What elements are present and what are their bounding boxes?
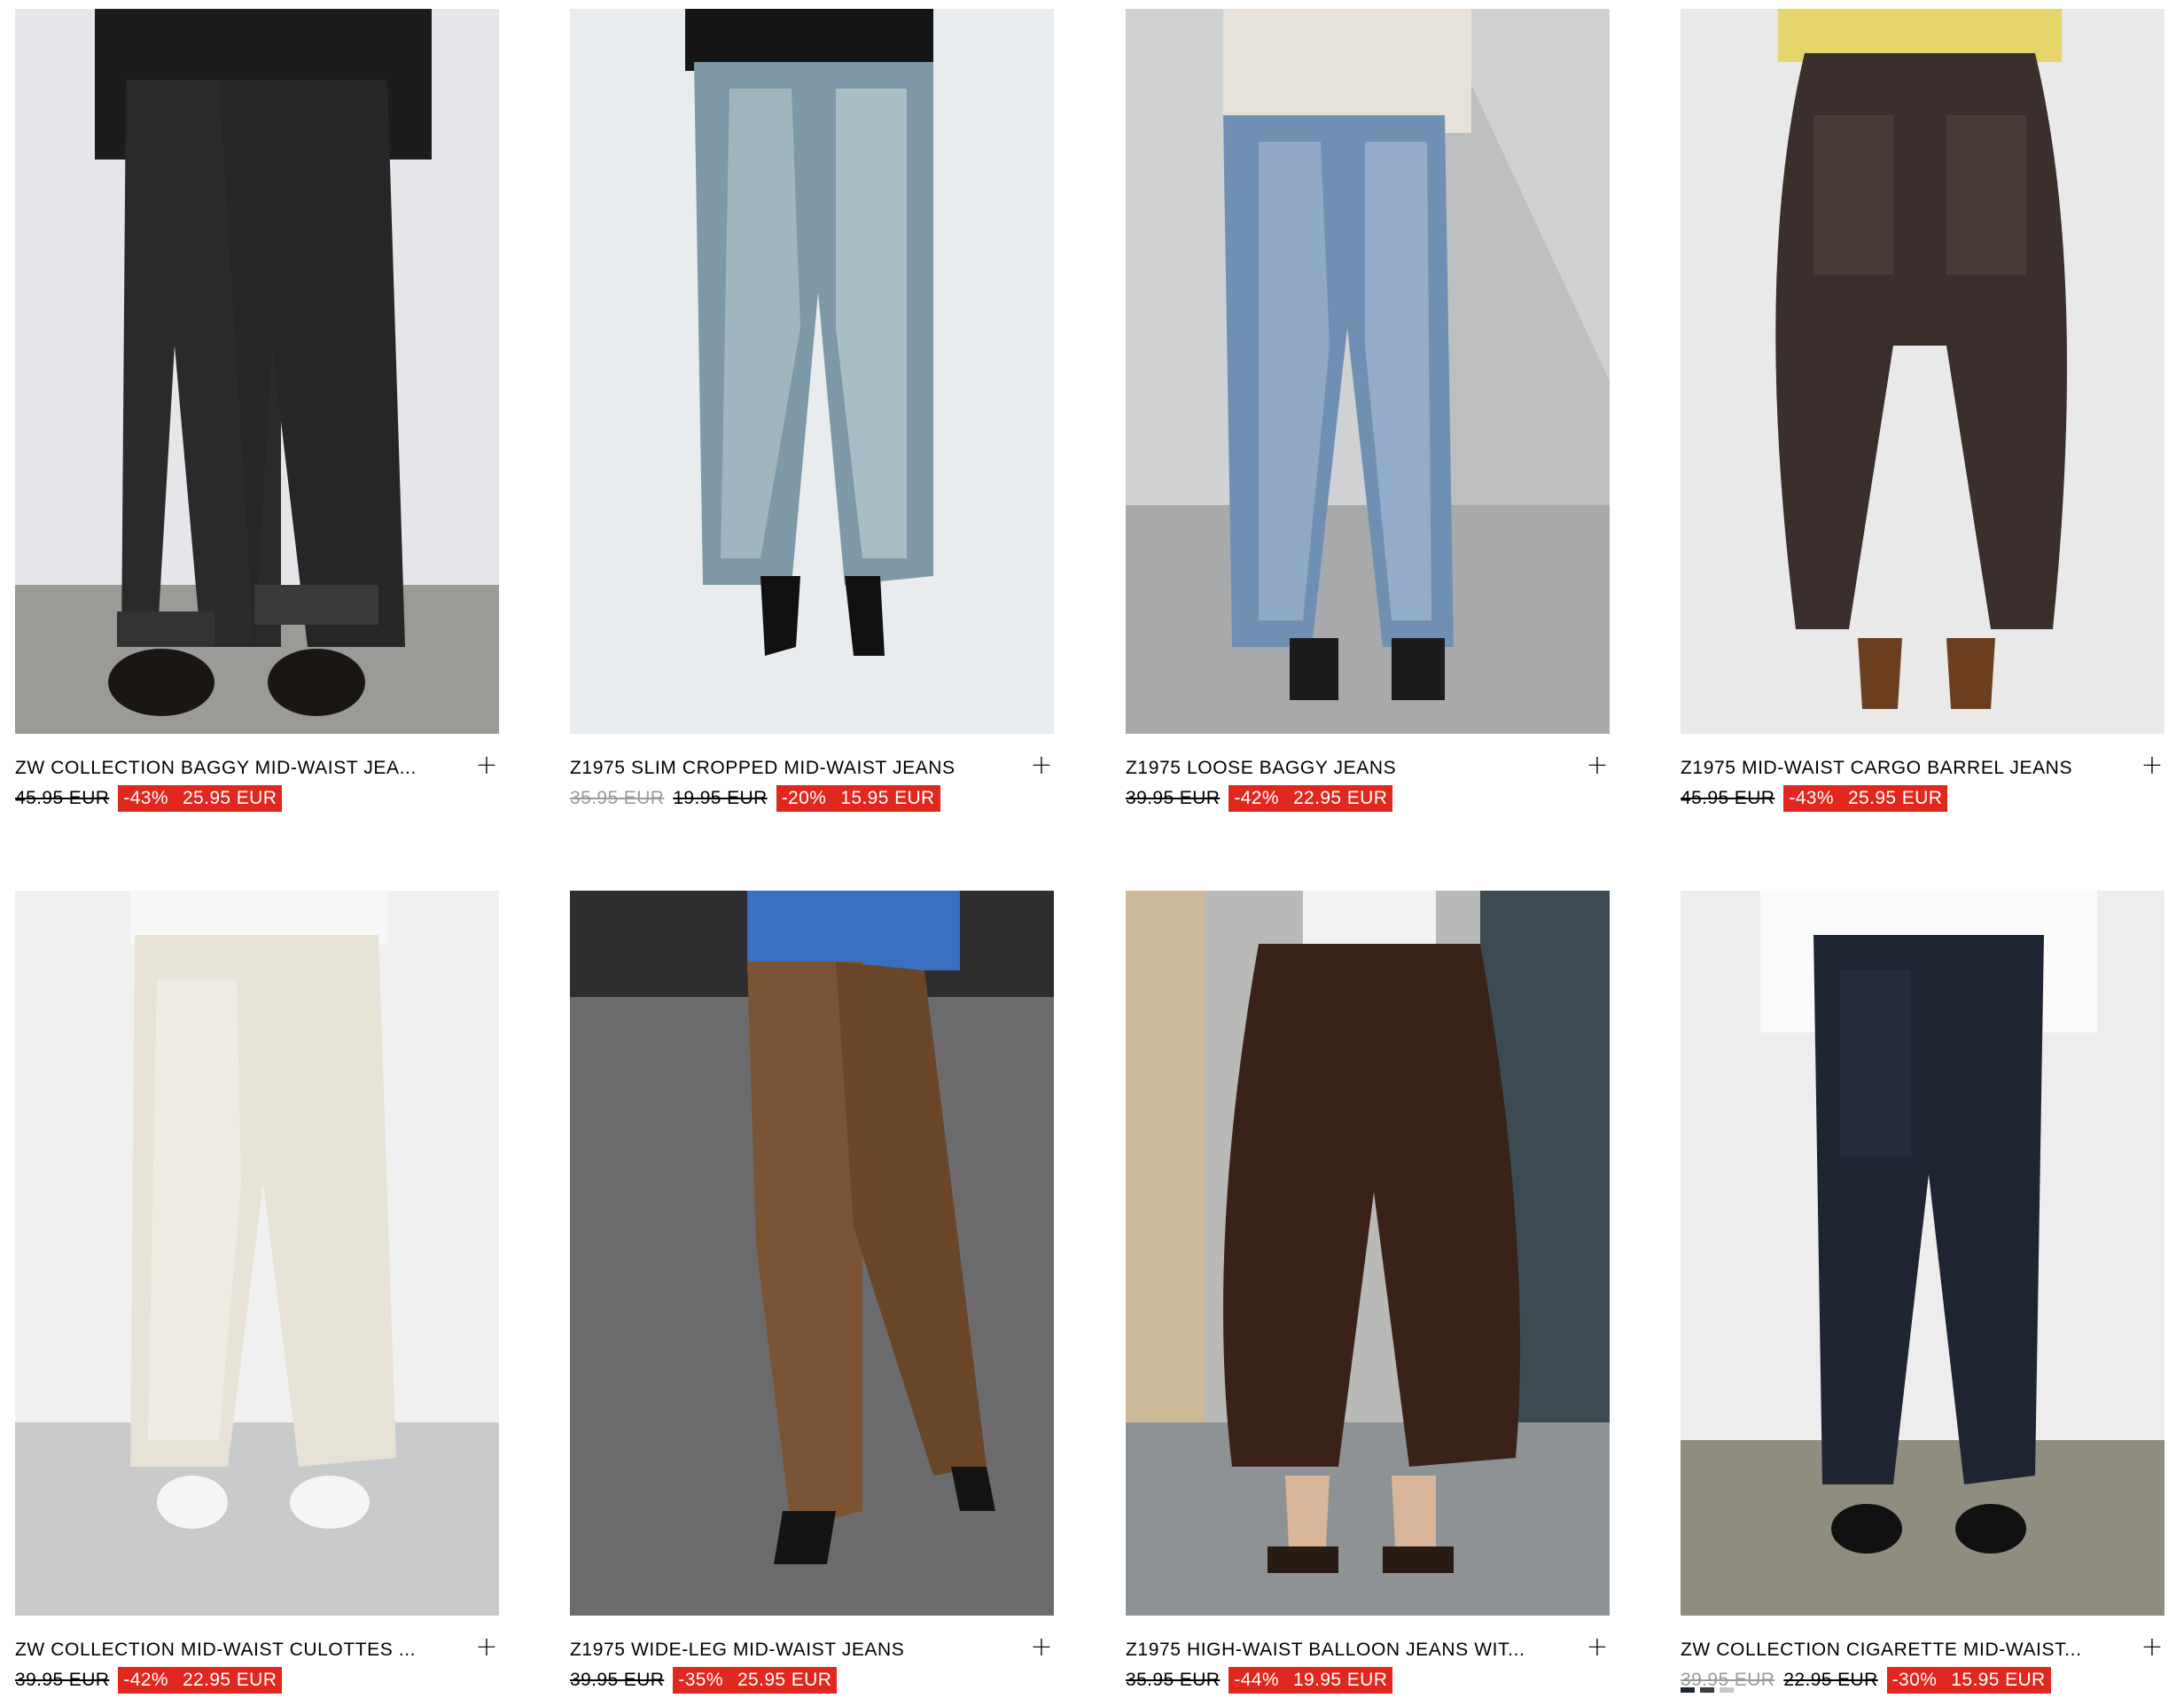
product-name[interactable]: Z1975 SLIM CROPPED MID-WAIST JEANS	[570, 757, 995, 780]
product-name[interactable]: Z1975 LOOSE BAGGY JEANS	[1126, 757, 1551, 780]
sale-price: 25.95 EUR	[1847, 788, 1943, 808]
product-image[interactable]	[1126, 9, 1610, 734]
color-swatch[interactable]	[1700, 1687, 1714, 1693]
original-price: 45.95 EUR	[15, 788, 110, 808]
discount-percent: -30%	[1892, 1670, 1938, 1690]
add-to-cart-plus-icon[interactable]: +	[1585, 1634, 1610, 1661]
product-image[interactable]	[1126, 891, 1610, 1616]
price-row: 35.95 EUR -44% 19.95 EUR	[1126, 1667, 1610, 1694]
sale-badge: -42% 22.95 EUR	[118, 1667, 283, 1694]
sale-badge: -43% 25.95 EUR	[118, 785, 283, 812]
previous-price: 19.95 EUR	[673, 788, 768, 808]
original-price: 39.95 EUR	[1126, 788, 1221, 808]
sale-badge: -30% 15.95 EUR	[1886, 1667, 2051, 1694]
add-to-cart-plus-icon[interactable]: +	[2140, 752, 2164, 779]
product-image[interactable]	[570, 891, 1054, 1616]
color-swatch[interactable]	[1720, 1687, 1734, 1693]
discount-percent: -42%	[1234, 788, 1279, 808]
original-price: 45.95 EUR	[1681, 788, 1775, 808]
sale-badge: -43% 25.95 EUR	[1783, 785, 1948, 812]
product-name[interactable]: Z1975 MID-WAIST CARGO BARREL JEANS	[1681, 757, 2106, 780]
price-row: 39.95 EUR -35% 25.95 EUR	[570, 1667, 1054, 1694]
discount-percent: -43%	[1789, 788, 1834, 808]
discount-percent: -35%	[678, 1670, 723, 1690]
sale-badge: -44% 19.95 EUR	[1228, 1667, 1393, 1694]
original-price: 35.95 EUR	[570, 788, 665, 808]
price-row: 39.95 EUR -42% 22.95 EUR	[1126, 785, 1610, 812]
original-price: 39.95 EUR	[570, 1670, 665, 1690]
product-card[interactable]: ZW COLLECTION MID-WAIST CULOTTES ... + 3…	[15, 891, 499, 1694]
sale-price: 22.95 EUR	[1292, 788, 1388, 808]
sale-price: 25.95 EUR	[182, 788, 277, 808]
product-card[interactable]: Z1975 SLIM CROPPED MID-WAIST JEANS + 35.…	[570, 9, 1054, 812]
product-image[interactable]	[1681, 9, 2164, 734]
product-image[interactable]	[1681, 891, 2164, 1616]
product-image[interactable]	[15, 891, 499, 1616]
product-name[interactable]: Z1975 HIGH-WAIST BALLOON JEANS WIT...	[1126, 1639, 1551, 1662]
product-name[interactable]: Z1975 WIDE-LEG MID-WAIST JEANS	[570, 1639, 995, 1662]
sale-badge: -42% 22.95 EUR	[1228, 785, 1393, 812]
discount-percent: -20%	[781, 788, 827, 808]
add-to-cart-plus-icon[interactable]: +	[1029, 1634, 1054, 1661]
sale-price: 19.95 EUR	[1292, 1670, 1388, 1690]
product-card[interactable]: Z1975 HIGH-WAIST BALLOON JEANS WIT... + …	[1126, 891, 1610, 1694]
sale-badge: -35% 25.95 EUR	[673, 1667, 838, 1694]
color-swatch[interactable]	[1681, 1687, 1695, 1693]
product-grid: ZW COLLECTION BAGGY MID-WAIST JEA... + 4…	[0, 0, 2184, 1698]
add-to-cart-plus-icon[interactable]: +	[1585, 752, 1610, 779]
product-card[interactable]: Z1975 LOOSE BAGGY JEANS + 39.95 EUR -42%…	[1126, 9, 1610, 812]
product-card[interactable]: Z1975 MID-WAIST CARGO BARREL JEANS + 45.…	[1681, 9, 2164, 812]
add-to-cart-plus-icon[interactable]: +	[2140, 1634, 2164, 1661]
add-to-cart-plus-icon[interactable]: +	[474, 1634, 499, 1661]
price-row: 45.95 EUR -43% 25.95 EUR	[15, 785, 499, 812]
price-row: 39.95 EUR -42% 22.95 EUR	[15, 1667, 499, 1694]
product-image[interactable]	[570, 9, 1054, 734]
original-price: 35.95 EUR	[1126, 1670, 1221, 1690]
discount-percent: -42%	[123, 1670, 168, 1690]
sale-price: 15.95 EUR	[1951, 1670, 2046, 1690]
sale-price: 22.95 EUR	[182, 1670, 277, 1690]
price-row: 39.95 EUR 22.95 EUR -30% 15.95 EUR	[1681, 1667, 2164, 1694]
sale-price: 25.95 EUR	[737, 1670, 832, 1690]
sale-price: 15.95 EUR	[840, 788, 935, 808]
price-row: 35.95 EUR 19.95 EUR -20% 15.95 EUR	[570, 785, 1054, 812]
sale-badge: -20% 15.95 EUR	[776, 785, 940, 812]
product-card[interactable]: Z1975 WIDE-LEG MID-WAIST JEANS + 39.95 E…	[570, 891, 1054, 1694]
product-image[interactable]	[15, 9, 499, 734]
previous-price: 22.95 EUR	[1783, 1670, 1878, 1690]
color-swatches[interactable]	[1681, 1687, 1734, 1693]
product-name[interactable]: ZW COLLECTION BAGGY MID-WAIST JEA...	[15, 757, 441, 780]
add-to-cart-plus-icon[interactable]: +	[474, 752, 499, 779]
product-card[interactable]: ZW COLLECTION CIGARETTE MID-WAIST... + 3…	[1681, 891, 2164, 1694]
price-row: 45.95 EUR -43% 25.95 EUR	[1681, 785, 2164, 812]
product-card[interactable]: ZW COLLECTION BAGGY MID-WAIST JEA... + 4…	[15, 9, 499, 812]
discount-percent: -44%	[1234, 1670, 1279, 1690]
product-name[interactable]: ZW COLLECTION CIGARETTE MID-WAIST...	[1681, 1639, 2106, 1662]
discount-percent: -43%	[123, 788, 168, 808]
product-name[interactable]: ZW COLLECTION MID-WAIST CULOTTES ...	[15, 1639, 441, 1662]
add-to-cart-plus-icon[interactable]: +	[1029, 752, 1054, 779]
original-price: 39.95 EUR	[15, 1670, 110, 1690]
